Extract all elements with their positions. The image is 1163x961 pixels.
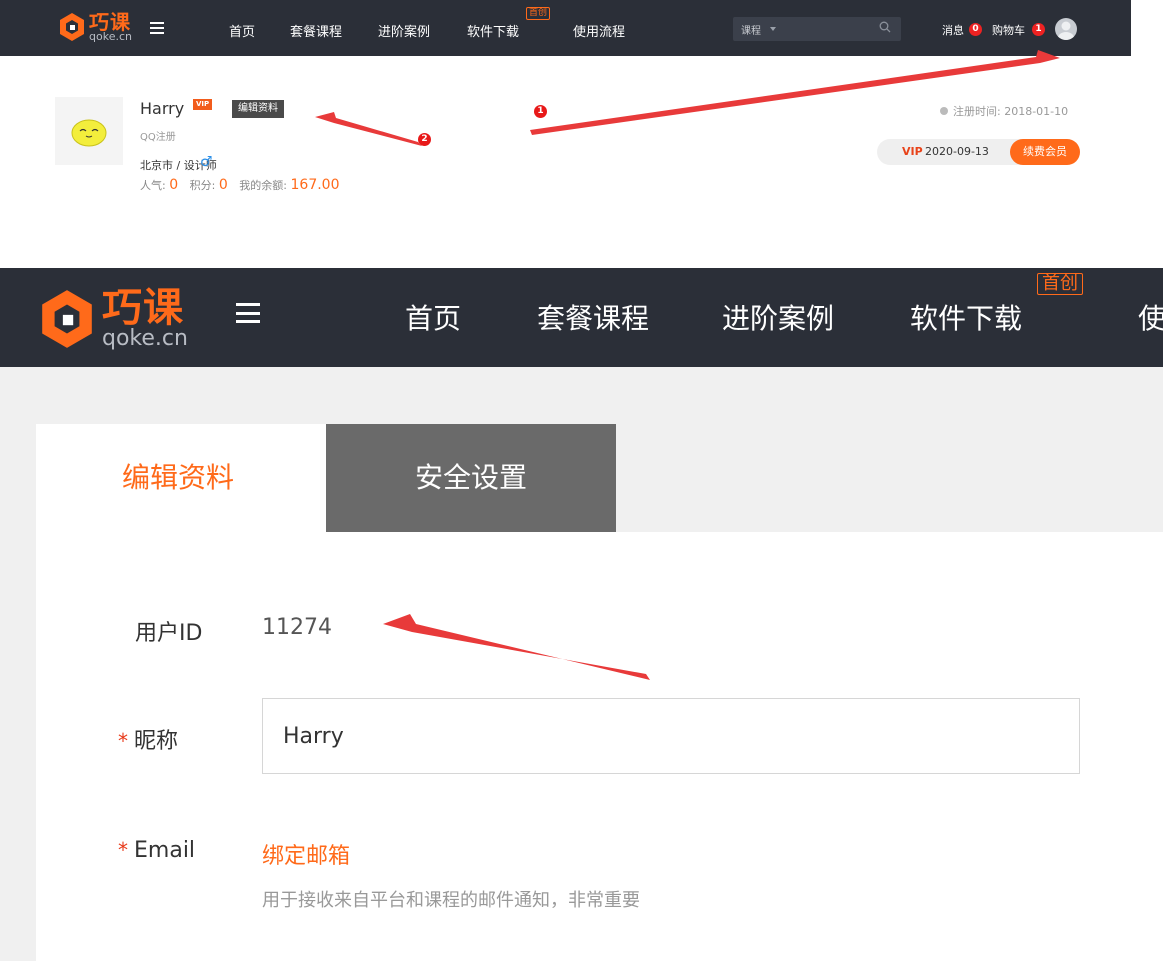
tab-edit-profile[interactable]: 编辑资料 bbox=[36, 424, 326, 532]
avatar-face-icon bbox=[71, 119, 107, 147]
cart-count-badge: 1 bbox=[1032, 23, 1045, 36]
search-box[interactable]: 课程 bbox=[733, 17, 901, 41]
logo-hex-icon bbox=[60, 13, 84, 41]
logo-text: 巧课 bbox=[89, 10, 131, 34]
clock-icon bbox=[940, 107, 948, 115]
profile-avatar bbox=[55, 97, 123, 165]
vip-status-pill: VIP 2020-09-13 续费会员 bbox=[877, 139, 1080, 165]
balance-value: 167.00 bbox=[290, 177, 340, 193]
search-category-select[interactable]: 课程 bbox=[741, 22, 761, 37]
annotation-marker-1: 1 bbox=[534, 105, 547, 118]
nav-packages[interactable]: 套餐课程 bbox=[537, 297, 649, 337]
user-id-label: 用户ID bbox=[135, 621, 203, 646]
popularity-value: 0 bbox=[169, 177, 179, 193]
bind-email-link[interactable]: 绑定邮箱 bbox=[262, 838, 350, 870]
zoomed-navbar: 巧课 qoke.cn 首页 套餐课程 进阶案例 软件下载 首创 使 bbox=[0, 268, 1163, 367]
logo-hex-icon bbox=[42, 290, 92, 348]
registration-source: QQ注册 bbox=[140, 132, 176, 143]
logo-text: 巧课 bbox=[102, 285, 184, 331]
profile-stats: 人气: 0 积分: 0 我的余额: 167.00 bbox=[140, 177, 340, 193]
vip-expiry-date: 2020-09-13 bbox=[925, 145, 989, 158]
popularity-label: 人气: bbox=[140, 179, 166, 192]
nickname-label-text: 昵称 bbox=[134, 729, 179, 754]
nav-software-download[interactable]: 软件下载 bbox=[467, 21, 519, 40]
new-badge: 首创 bbox=[526, 7, 551, 20]
search-icon[interactable] bbox=[879, 21, 891, 33]
nav-packages[interactable]: 套餐课程 bbox=[290, 21, 342, 40]
chevron-down-icon bbox=[770, 27, 776, 31]
nickname-input[interactable] bbox=[262, 698, 1080, 774]
new-badge: 首创 bbox=[1037, 273, 1083, 295]
top-navbar: 巧课 qoke.cn 首页 套餐课程 进阶案例 软件下载 首创 使用流程 课程 … bbox=[0, 0, 1131, 56]
annotation-arrow-2 bbox=[315, 112, 422, 146]
profile-name: Harry bbox=[140, 99, 185, 118]
user-avatar[interactable] bbox=[1055, 18, 1077, 40]
logo-domain: qoke.cn bbox=[89, 30, 132, 43]
registration-time: 注册时间: 2018-01-10 bbox=[940, 103, 1068, 119]
registration-time-text: 注册时间: 2018-01-10 bbox=[953, 105, 1069, 118]
nav-advanced-cases[interactable]: 进阶案例 bbox=[378, 21, 430, 40]
annotation-marker-2: 2 bbox=[418, 133, 431, 146]
user-icon bbox=[1058, 21, 1074, 40]
male-icon: ♂ bbox=[200, 154, 213, 170]
menu-icon[interactable] bbox=[150, 22, 164, 34]
nickname-label: * 昵称 bbox=[118, 723, 178, 755]
nav-software-download[interactable]: 软件下载 bbox=[910, 297, 1022, 337]
points-value: 0 bbox=[218, 177, 228, 193]
email-hint: 用于接收来自平台和课程的邮件通知，非常重要 bbox=[262, 890, 640, 911]
email-label: * Email bbox=[118, 838, 195, 863]
nav-home[interactable]: 首页 bbox=[229, 21, 255, 40]
nav-usage-flow[interactable]: 使用流程 bbox=[573, 21, 625, 40]
annotation-arrow-1 bbox=[530, 50, 1060, 135]
site-logo-large[interactable]: 巧课 qoke.cn bbox=[38, 288, 188, 350]
required-mark: * bbox=[118, 729, 128, 753]
vip-label: VIP bbox=[902, 145, 923, 158]
messages-count-badge: 0 bbox=[969, 23, 982, 36]
tab-security-settings[interactable]: 安全设置 bbox=[326, 424, 616, 532]
menu-icon[interactable] bbox=[236, 303, 260, 323]
balance-label: 我的余额: bbox=[239, 179, 287, 192]
tab-strip-empty bbox=[616, 424, 1163, 532]
renew-membership-button[interactable]: 续费会员 bbox=[1010, 139, 1080, 165]
vip-badge: VIP bbox=[193, 99, 213, 110]
logo-domain: qoke.cn bbox=[102, 326, 188, 351]
edit-profile-button[interactable]: 编辑资料 bbox=[232, 100, 284, 118]
user-id-value: 11274 bbox=[262, 615, 332, 640]
required-mark: * bbox=[118, 838, 128, 862]
nav-advanced-cases[interactable]: 进阶案例 bbox=[722, 297, 834, 337]
site-logo[interactable]: 巧课 qoke.cn bbox=[58, 12, 132, 42]
nav-usage-flow-partial[interactable]: 使 bbox=[1138, 297, 1163, 337]
email-label-text: Email bbox=[134, 838, 196, 863]
points-label: 积分: bbox=[189, 179, 216, 192]
cart-link[interactable]: 购物车 bbox=[992, 22, 1025, 38]
messages-link[interactable]: 消息 bbox=[942, 22, 964, 38]
nav-home[interactable]: 首页 bbox=[405, 297, 461, 337]
